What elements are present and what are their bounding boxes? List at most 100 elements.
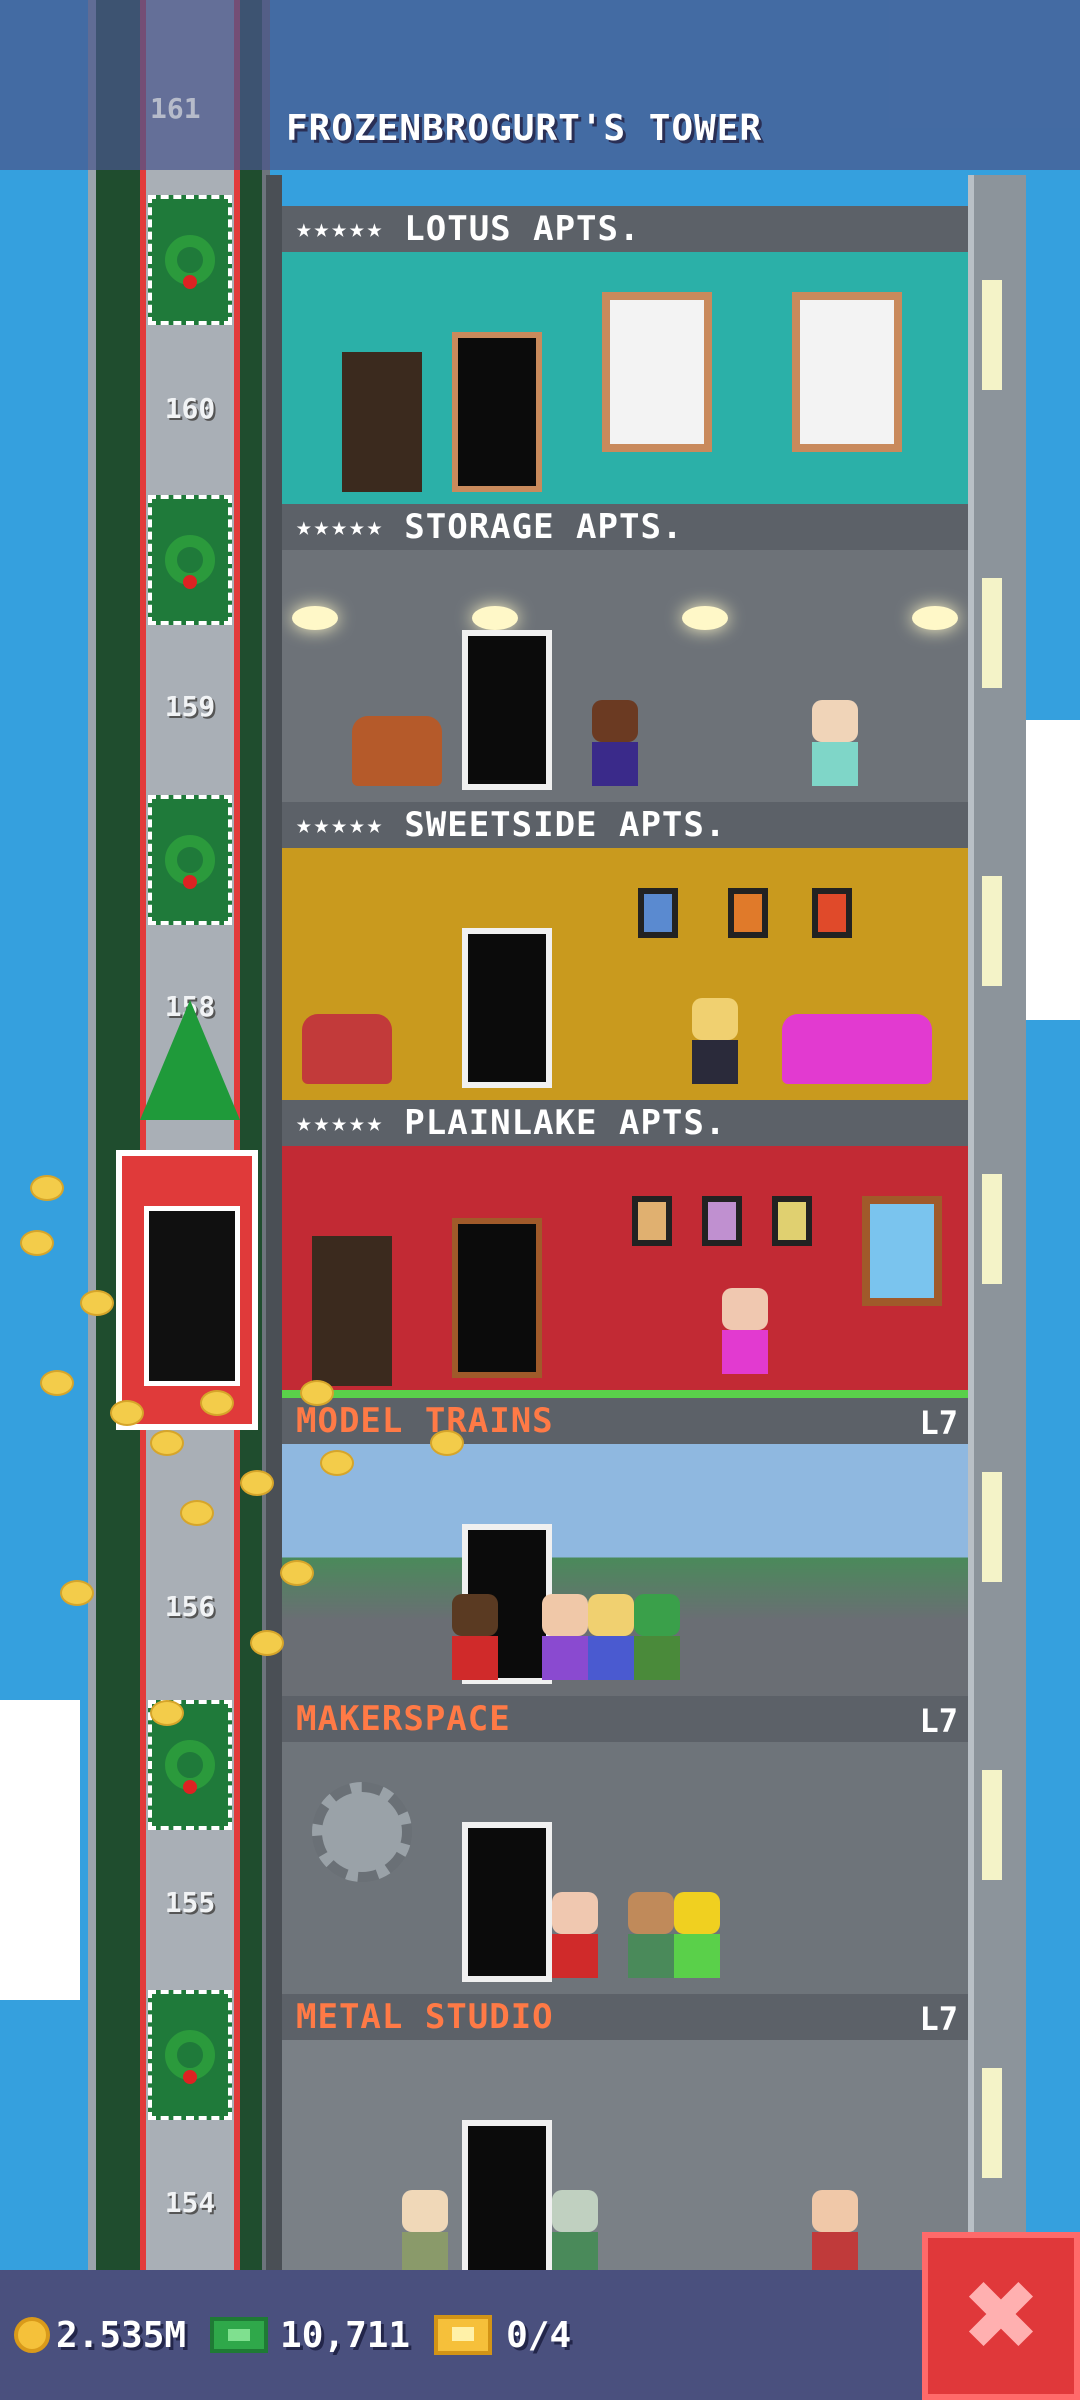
elevator-floor-number: 160 [164,392,216,425]
window [792,292,902,452]
close-button[interactable]: ✖ [922,2232,1080,2400]
floor-lotus-apts[interactable]: ★★★★★ LOTUS APTS. [282,206,968,504]
falling-coin [240,1470,274,1496]
gear-icon [312,1782,412,1882]
falling-coin [430,1430,464,1456]
floor-name: MAKERSPACE [296,1699,511,1739]
wreath-decoration [148,495,232,625]
falling-coin [150,1430,184,1456]
floor-plainlake-apts[interactable]: ★★★★★ PLAINLAKE APTS. [282,1100,968,1398]
christmas-tree-icon [140,1000,240,1120]
floor-name: LOTUS APTS. [404,209,641,249]
wall-light [982,280,1002,390]
falling-coin [180,1500,214,1526]
business-room [282,2040,968,2292]
falling-coin [20,1230,54,1256]
elevator-car[interactable] [116,1150,258,1430]
floor-name: PLAINLAKE APTS. [404,1103,727,1143]
tower-resident[interactable] [812,2190,858,2276]
tower-resident[interactable] [552,2190,598,2276]
floor-metal-studio[interactable]: METAL STUDIO L7 [282,1994,968,2292]
floor-model-trains[interactable]: MODEL TRAINS L7 [282,1398,968,1696]
tower-resident[interactable] [588,1594,634,1680]
wall-light [982,876,1002,986]
wall-picture [638,888,678,938]
falling-coin [200,1390,234,1416]
cloud [0,1700,80,2000]
floor-header: MAKERSPACE L7 [282,1696,968,1742]
armchair [302,1014,392,1084]
falling-coin [110,1400,144,1426]
floor-header: ★★★★★ LOTUS APTS. [282,206,968,252]
rating-stars: ★★★★★ [296,512,385,542]
wall-picture [632,1196,672,1246]
wreath-decoration [148,795,232,925]
window [862,1196,942,1306]
business-room [282,1444,968,1696]
tower-resident[interactable] [592,700,638,786]
floor-header: METAL STUDIO L7 [282,1994,968,2040]
falling-coin [300,1380,334,1406]
tower-resident[interactable] [692,998,738,1084]
tower-resident[interactable] [542,1594,588,1680]
tower-resident[interactable] [722,1288,768,1374]
wall-picture [772,1196,812,1246]
tickets-value: 0/4 [506,2314,572,2356]
floor-header: ★★★★★ STORAGE APTS. [282,504,968,550]
elevator-floor-number: 159 [164,690,216,723]
business-room [282,1742,968,1994]
bookshelf [342,352,422,492]
floor-name: STORAGE APTS. [404,507,684,547]
floor-storage-apts[interactable]: ★★★★★ STORAGE APTS. [282,504,968,802]
tower-resident[interactable] [812,700,858,786]
apartment-room [282,1146,968,1398]
elevator-floor-number: 155 [164,1886,216,1919]
floor-header: MODEL TRAINS L7 [282,1398,968,1444]
tower-resident[interactable] [674,1892,720,1978]
tower-resident[interactable] [402,2190,448,2276]
apartment-room [282,550,968,802]
ceiling-lamp [912,606,958,630]
falling-coin [280,1560,314,1586]
falling-coin [150,1700,184,1726]
ticket-icon [434,2315,493,2355]
room-door [462,630,552,790]
elevator-floor-number: 161 [150,92,201,125]
wall-picture [812,888,852,938]
wall-picture [702,1196,742,1246]
apartment-room [282,848,968,1100]
tower-resident[interactable] [628,1892,674,1978]
wall-light [982,1174,1002,1284]
wall-picture [728,888,768,938]
floor-name: METAL STUDIO [296,1997,554,2037]
cloud [1020,720,1080,1020]
floor-level-badge: L7 [919,2000,958,2038]
elevator-track [140,0,240,2270]
window [602,292,712,452]
rating-stars: ★★★★★ [296,810,385,840]
floor-name: SWEETSIDE APTS. [404,805,727,845]
bux-icon [210,2317,269,2353]
bookshelf [312,1236,392,1386]
coins-counter[interactable]: 2.535M [14,2315,186,2356]
tower-resident[interactable] [634,1594,680,1680]
tower-resident[interactable] [452,1594,498,1680]
wall-light [982,1472,1002,1582]
wreath-decoration [148,1990,232,2120]
wall-light [982,1770,1002,1880]
tower-resident[interactable] [552,1892,598,1978]
falling-coin [60,1580,94,1606]
falling-coin [30,1175,64,1201]
tickets-counter[interactable]: 0/4 [434,2315,571,2356]
floor-level-badge: L7 [919,1702,958,1740]
tower-title: FROZENBROGURT'S TOWER [286,108,763,149]
wall-light [982,2068,1002,2178]
floor-sweetside-apts[interactable]: ★★★★★ SWEETSIDE APTS. [282,802,968,1100]
falling-coin [320,1450,354,1476]
tower-wall-left [266,175,282,2270]
falling-coin [250,1630,284,1656]
armchair [352,716,442,786]
floor-level-badge: L7 [919,1404,958,1442]
bux-counter[interactable]: 10,711 [210,2315,410,2356]
floor-makerspace[interactable]: MAKERSPACE L7 [282,1696,968,1994]
